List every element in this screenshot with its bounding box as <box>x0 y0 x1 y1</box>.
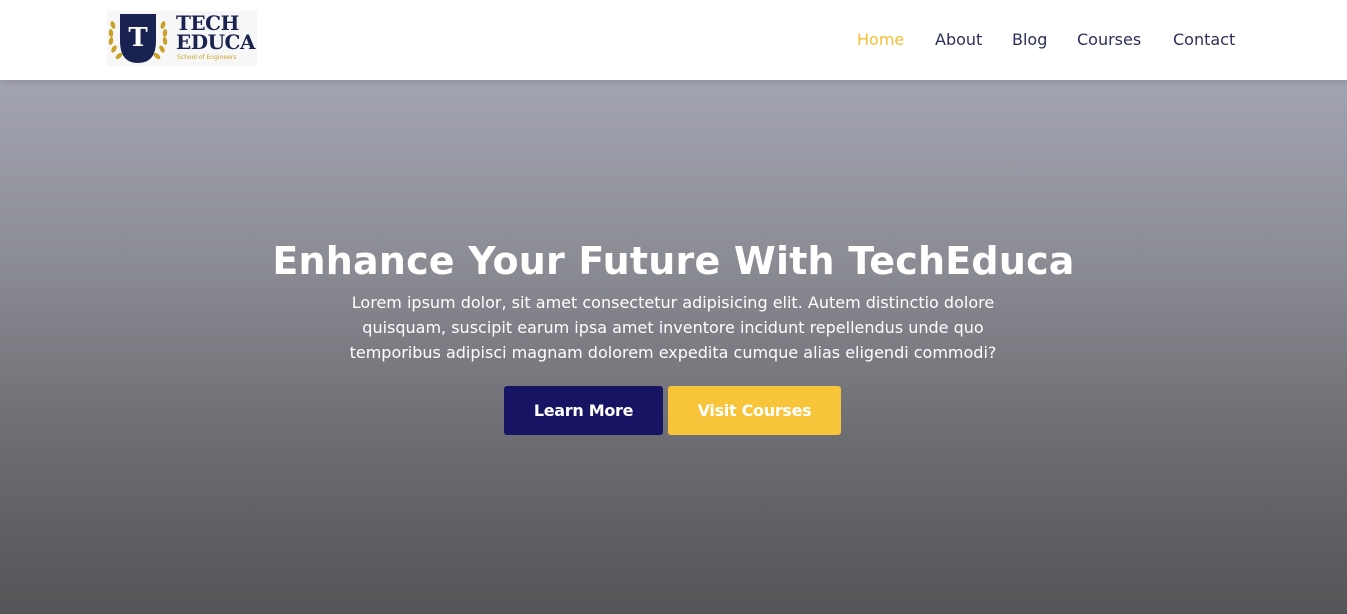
nav-home-link[interactable]: Home <box>857 29 904 51</box>
brand-tagline: School of Engineers <box>177 54 237 61</box>
learn-more-button[interactable]: Learn More <box>504 386 663 435</box>
top-navbar: T TECH EDUCA School of Engineers Home Ab… <box>0 0 1347 80</box>
nav-blog-link[interactable]: Blog <box>1012 29 1047 51</box>
nav-about-link[interactable]: About <box>935 29 982 51</box>
nav-contact-link[interactable]: Contact <box>1173 29 1235 51</box>
visit-courses-button[interactable]: Visit Courses <box>668 386 841 435</box>
hero-title: Enhance Your Future With TechEduca <box>272 239 1075 283</box>
hero-description: Lorem ipsum dolor, sit amet consectetur … <box>349 293 997 362</box>
hero-section: Enhance Your Future With TechEduca Lorem… <box>0 80 1347 614</box>
nav-courses-link[interactable]: Courses <box>1077 29 1141 51</box>
main-nav: Home About Blog Courses Contact <box>0 29 1347 51</box>
